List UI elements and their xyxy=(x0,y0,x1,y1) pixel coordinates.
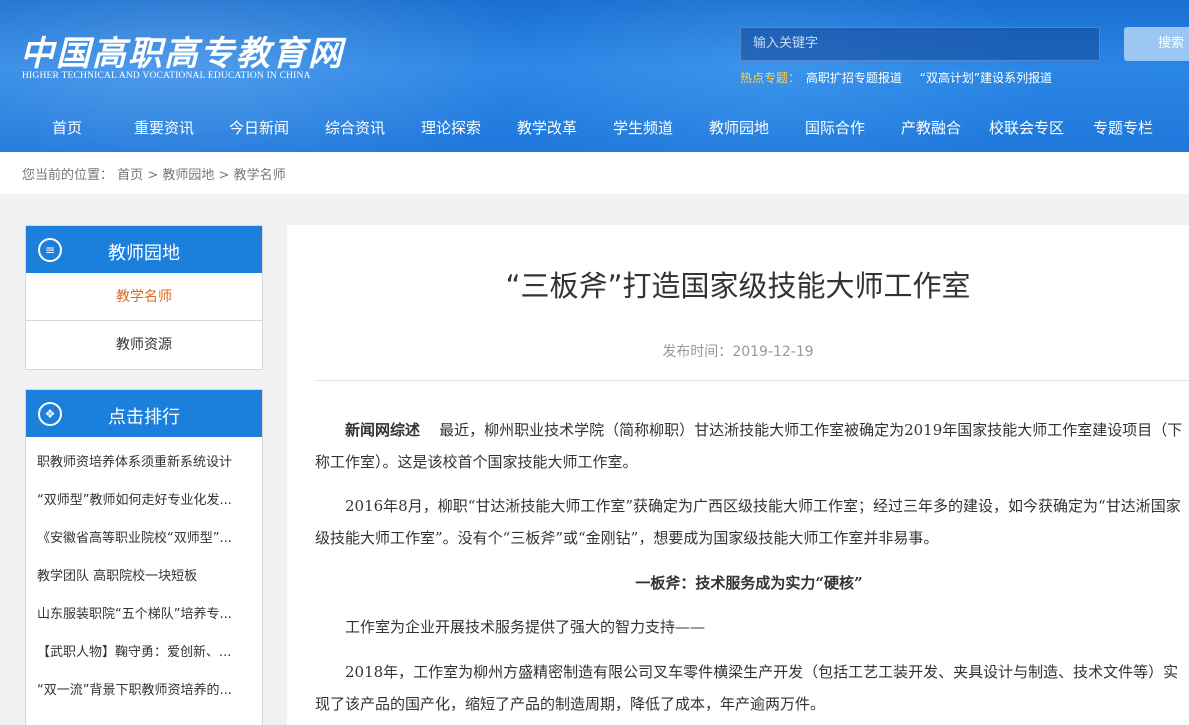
ranking-item[interactable]: 职教师资培养体系须重新系统设计 xyxy=(26,444,262,482)
sidebar-ranking-section: ❖ 点击排行 职教师资培养体系须重新系统设计 “双师型”教师如何走好专业化发..… xyxy=(25,389,263,725)
nav-item-today-news[interactable]: 今日新闻 xyxy=(229,112,289,144)
site-logo[interactable]: 中国高职高专教育网 xyxy=(20,26,344,75)
article-text: 最近，柳州职业技术学院（简称柳职）甘达淅技能大师工作室被确定为2019年国家技能… xyxy=(315,421,1183,471)
divider xyxy=(315,380,1189,381)
ranking-item[interactable]: 【武职人物】鞠守勇：爱创新、... xyxy=(26,634,262,672)
ranking-item[interactable]: “双一流”背景下职教师资培养的... xyxy=(26,672,262,710)
sidebar-section-header: ≡ 教师园地 xyxy=(26,226,262,273)
site-header: 中国高职高专教育网 HIGHER TECHNICAL AND VOCATIONA… xyxy=(0,0,1189,152)
publish-date-value: 2019-12-19 xyxy=(732,344,814,360)
nav-item-general-news[interactable]: 综合资讯 xyxy=(325,112,385,144)
ranking-item[interactable]: 教学团队 高职院校一块短板 xyxy=(26,558,262,596)
article-paragraph: 2018年，工作室为柳州方盛精密制造有限公司叉车零件横梁生产开发（包括工艺工装开… xyxy=(315,663,1179,713)
breadcrumb-item[interactable]: 首页 xyxy=(117,168,143,183)
nav-item-alliance[interactable]: 校联会专区 xyxy=(989,112,1064,144)
article-lead: 新闻网综述 xyxy=(345,421,421,439)
sidebar-section-title: 点击排行 xyxy=(108,407,180,428)
sidebar-section-title: 教师园地 xyxy=(108,243,180,264)
sidebar-item-famous-teachers[interactable]: 教学名师 xyxy=(26,273,262,321)
nav-item-home[interactable]: 首页 xyxy=(52,112,82,144)
site-logo-english: HIGHER TECHNICAL AND VOCATIONAL EDUCATIO… xyxy=(22,71,311,81)
hot-topics-label: 热点专题： xyxy=(740,71,801,85)
article-subheading: 一板斧：技术服务成为实力“硬核” xyxy=(635,574,863,592)
publish-date: 发布时间：2019-12-19 xyxy=(287,341,1189,361)
breadcrumb-bar: 您当前的位置： 首页 > 教师园地 > 教学名师 xyxy=(0,152,1189,194)
nav-item-special-topics[interactable]: 专题专栏 xyxy=(1093,112,1153,144)
breadcrumb-item[interactable]: 教师园地 xyxy=(162,168,214,183)
nav-item-industry-education[interactable]: 产教融合 xyxy=(901,112,961,144)
search-input[interactable]: 输入关键字 xyxy=(740,27,1100,61)
sidebar-teachers-section: ≡ 教师园地 教学名师 教师资源 xyxy=(25,225,263,370)
breadcrumb-separator: > xyxy=(147,168,159,183)
nav-item-students[interactable]: 学生频道 xyxy=(613,112,673,144)
hot-topic-link[interactable]: “双高计划”建设系列报道 xyxy=(920,71,1052,85)
hot-topic-link[interactable]: 高职扩招专题报道 xyxy=(806,71,902,85)
sidebar-item-teacher-resources[interactable]: 教师资源 xyxy=(26,321,262,369)
nav-item-teaching-reform[interactable]: 教学改革 xyxy=(517,112,577,144)
breadcrumb: 您当前的位置： 首页 > 教师园地 > 教学名师 xyxy=(22,164,286,183)
publish-date-label: 发布时间： xyxy=(662,344,733,360)
ranking-item[interactable]: 山东服装职院“五个梯队”培养专... xyxy=(26,596,262,634)
search-button[interactable]: 搜索 xyxy=(1124,27,1189,61)
hot-topics: 热点专题： 高职扩招专题报道 “双高计划”建设系列报道 xyxy=(740,69,1066,86)
ranking-item[interactable]: 《安徽省高等职业院校“双师型”... xyxy=(26,520,262,558)
breadcrumb-prefix: 您当前的位置： xyxy=(22,168,114,183)
nav-item-international[interactable]: 国际合作 xyxy=(805,112,865,144)
nav-item-theory[interactable]: 理论探索 xyxy=(421,112,481,144)
nav-item-teachers[interactable]: 教师园地 xyxy=(709,112,769,144)
ranking-item[interactable]: “双师型”教师如何走好专业化发... xyxy=(26,482,262,520)
sidebar-section-header: ❖ 点击排行 xyxy=(26,390,262,437)
breadcrumb-item[interactable]: 教学名师 xyxy=(234,168,286,183)
article-paragraph: 2016年8月，柳职“甘达淅技能大师工作室”获确定为广西区级技能大师工作室；经过… xyxy=(315,497,1181,547)
main-nav: 首页 重要资讯 今日新闻 综合资讯 理论探索 教学改革 学生频道 教师园地 国际… xyxy=(0,112,1189,144)
breadcrumb-separator: > xyxy=(218,168,230,183)
article-container: “三板斧”打造国家级技能大师工作室 发布时间：2019-12-19 新闻网综述 … xyxy=(287,225,1189,725)
nav-item-important-news[interactable]: 重要资讯 xyxy=(134,112,194,144)
article-paragraph: 新闻网综述 最近，柳州职业技术学院（简称柳职）甘达淅技能大师工作室被确定为201… xyxy=(315,414,1183,478)
article-title: “三板斧”打造国家级技能大师工作室 xyxy=(505,269,971,303)
article-paragraph: 工作室为企业开展技术服务提供了强大的智力支持—— xyxy=(345,618,706,636)
